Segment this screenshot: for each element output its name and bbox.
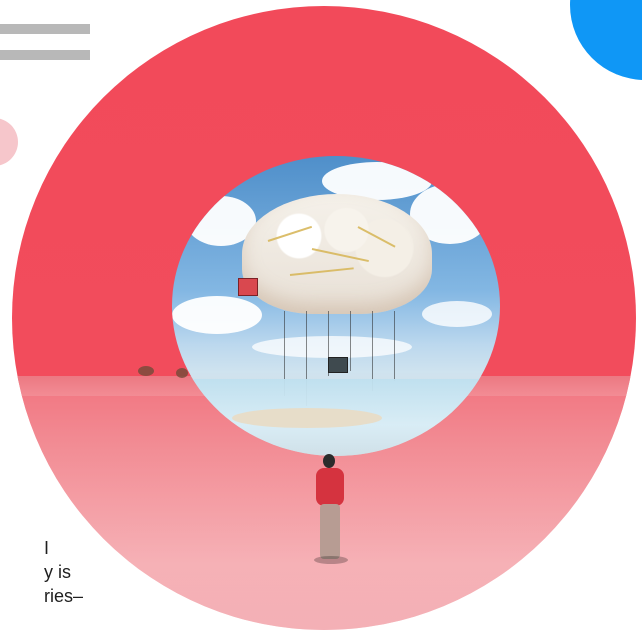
hanging-string — [394, 311, 395, 381]
sand-bank — [232, 408, 382, 428]
caption-line: I — [44, 538, 50, 558]
person-shadow — [314, 556, 348, 564]
cloud-icon — [172, 296, 262, 334]
sky-window — [172, 156, 500, 456]
hanging-cube — [328, 357, 348, 373]
walking-person — [310, 454, 350, 569]
cloud-icon — [422, 301, 492, 327]
caption-line: y is — [44, 562, 71, 582]
hanging-string — [350, 311, 351, 371]
menu-line — [0, 50, 90, 60]
person-torso — [316, 468, 344, 506]
page-canvas: I y is ries– — [0, 0, 642, 633]
hanging-red-box — [238, 278, 258, 296]
tree-icon — [138, 366, 154, 376]
caption-line: ries– — [44, 586, 84, 606]
blue-decorative-circle — [570, 0, 642, 80]
tree-icon — [176, 368, 188, 378]
pink-decorative-circle — [0, 118, 18, 166]
cloud-icon — [252, 336, 412, 358]
menu-line — [0, 24, 90, 34]
person-head — [323, 454, 335, 468]
caption-text: I y is ries– — [44, 536, 84, 608]
person-legs — [320, 504, 340, 559]
menu-icon[interactable] — [0, 24, 90, 64]
